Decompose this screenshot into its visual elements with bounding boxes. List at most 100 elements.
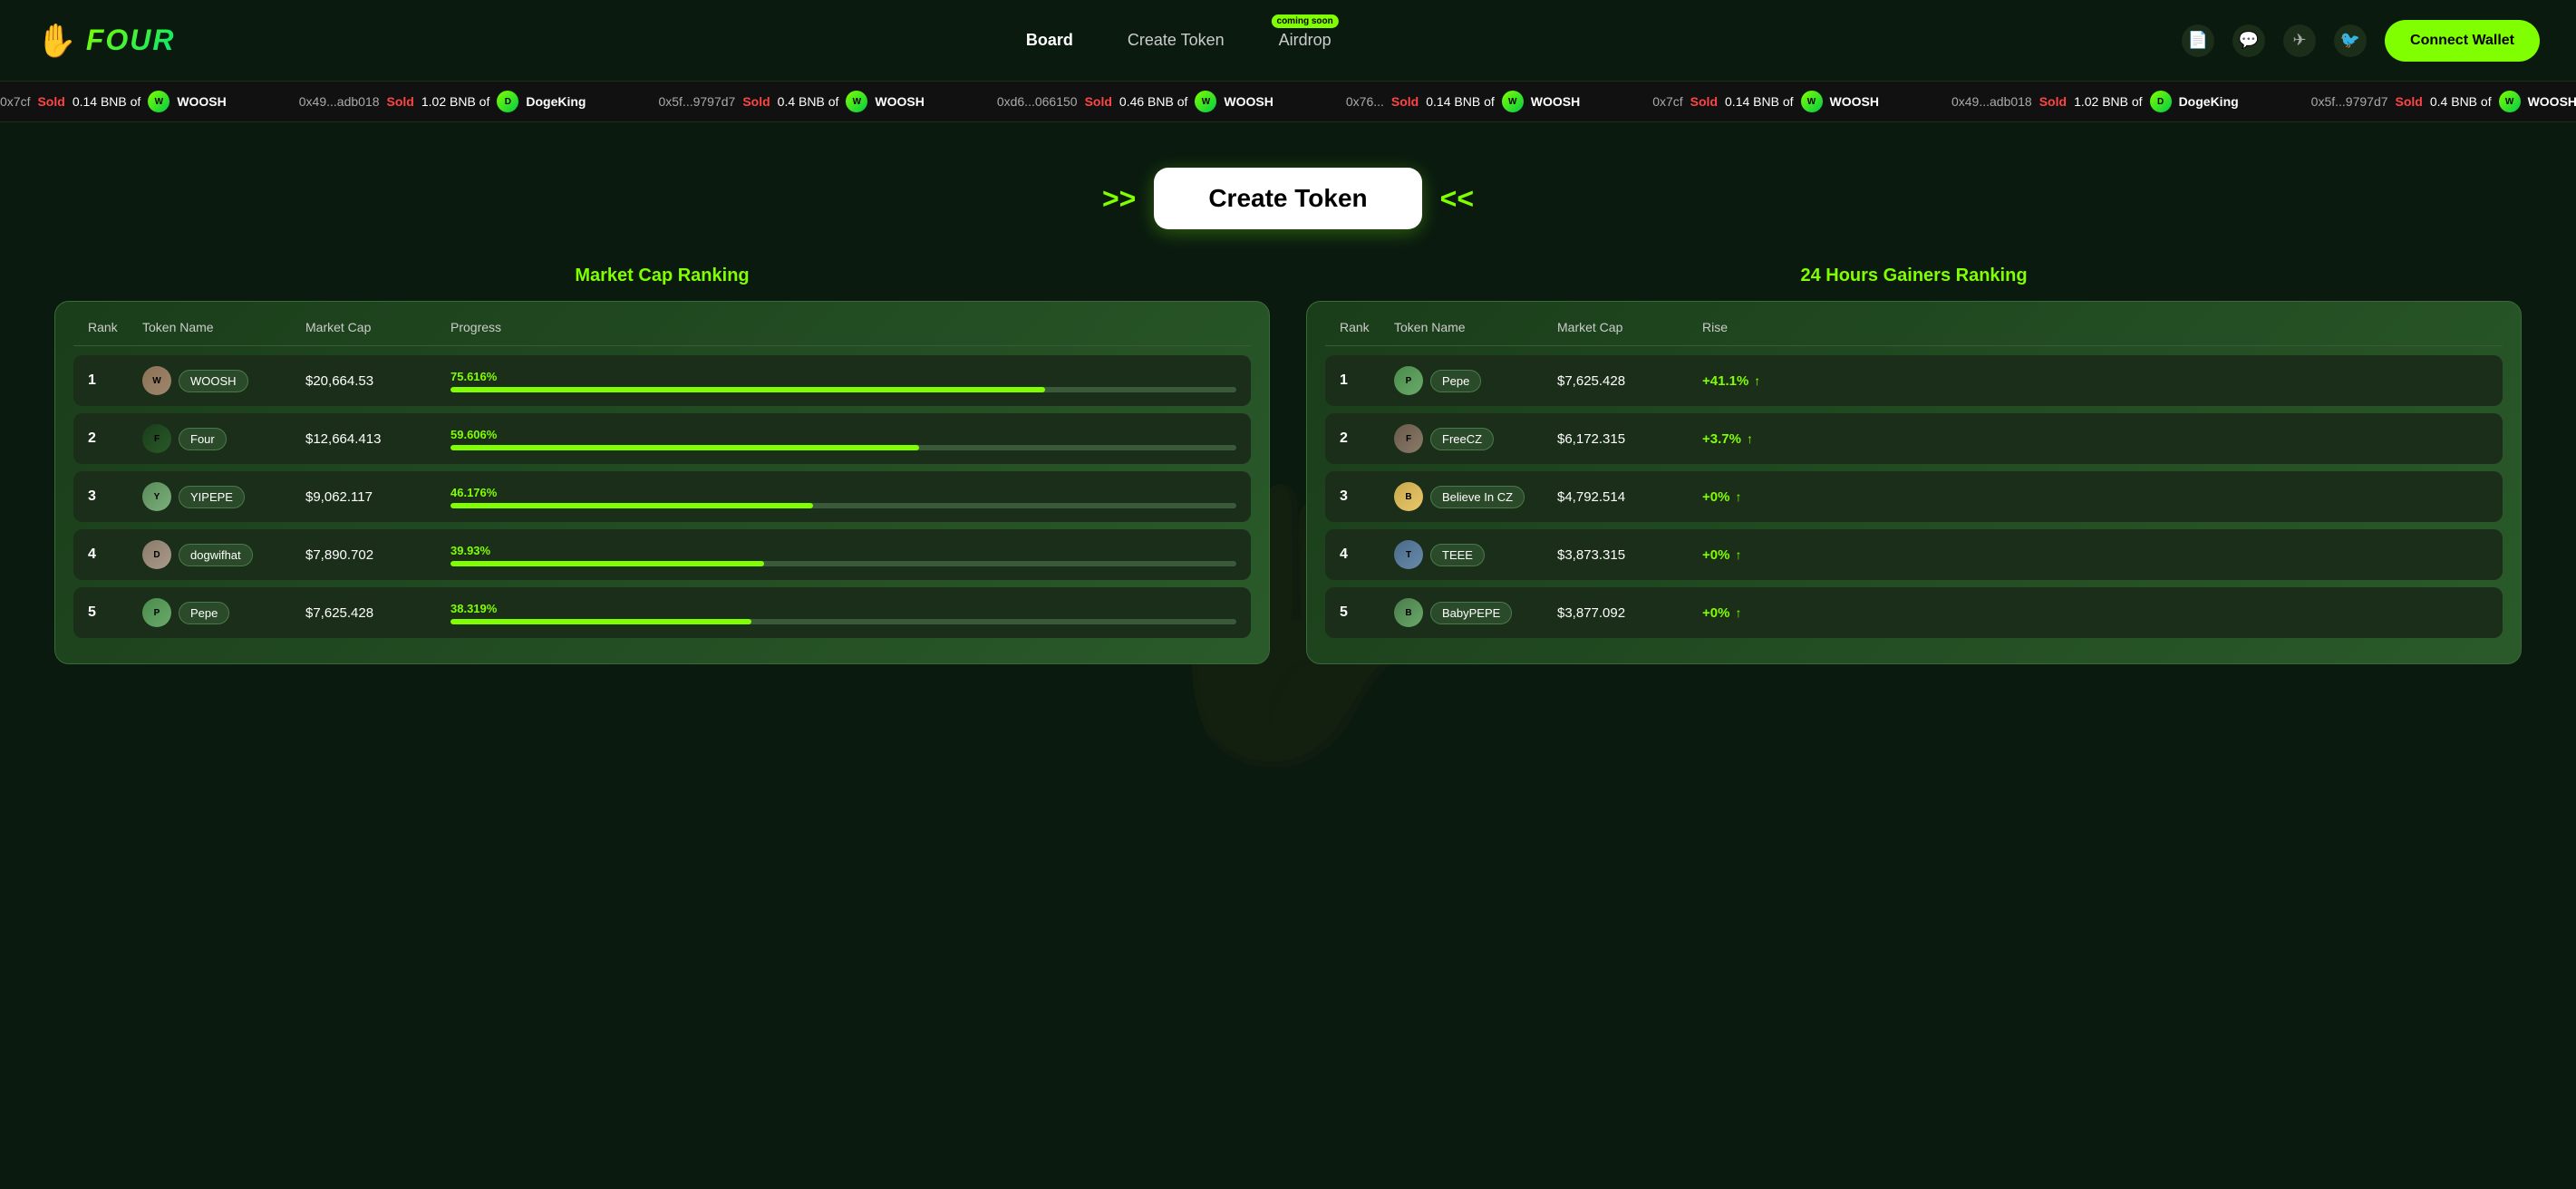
ticker-token-icon: W bbox=[148, 91, 169, 112]
ticker-token-icon: D bbox=[497, 91, 518, 112]
progress-bar-fill bbox=[450, 387, 1045, 392]
rise-arrow-icon: ↑ bbox=[1735, 605, 1741, 620]
token-name-badge: Believe In CZ bbox=[1430, 486, 1525, 508]
ticker-amount: 0.14 BNB of bbox=[1426, 94, 1495, 109]
ticker-token-name: DogeKing bbox=[2179, 94, 2239, 109]
table-row[interactable]: 1 P Pepe $7,625.428 +41.1% ↑ bbox=[1325, 355, 2503, 406]
rise-cell: +0% ↑ bbox=[1702, 605, 2488, 621]
rise-cell: +3.7% ↑ bbox=[1702, 431, 2488, 447]
progress-bar-bg bbox=[450, 503, 1236, 508]
ticker-item: 0x7cf Sold 0.14 BNB of W WOOSH bbox=[0, 91, 227, 112]
ticker-amount: 0.14 BNB of bbox=[1725, 94, 1794, 109]
token-avatar: T bbox=[1394, 540, 1423, 569]
col-token-name: Token Name bbox=[142, 320, 305, 334]
market-cap-value: $12,664.413 bbox=[305, 431, 450, 447]
progress-cell: 39.93% bbox=[450, 544, 1236, 566]
gainers-section: 24 Hours Gainers Ranking Rank Token Name… bbox=[1306, 266, 2522, 664]
rise-arrow-icon: ↑ bbox=[1754, 373, 1760, 388]
ticker-amount: 0.14 BNB of bbox=[73, 94, 141, 109]
table-row[interactable]: 2 F Four $12,664.413 59.606% bbox=[73, 413, 1251, 464]
token-avatar: P bbox=[1394, 366, 1423, 395]
ticker-amount: 0.46 BNB of bbox=[1119, 94, 1188, 109]
nav-create-token[interactable]: Create Token bbox=[1128, 31, 1225, 50]
rise-value: +3.7% bbox=[1702, 431, 1741, 447]
ticker-action: Sold bbox=[1690, 94, 1718, 109]
connect-wallet-button[interactable]: Connect Wallet bbox=[2385, 20, 2540, 62]
ticker-action: Sold bbox=[387, 94, 414, 109]
market-cap-value: $7,625.428 bbox=[1557, 373, 1702, 389]
coming-soon-badge: coming soon bbox=[1272, 14, 1339, 28]
gainers-table: Rank Token Name Market Cap Rise 1 P Pepe… bbox=[1306, 301, 2522, 664]
table-row[interactable]: 4 D dogwifhat $7,890.702 39.93% bbox=[73, 529, 1251, 580]
token-name-badge: Pepe bbox=[179, 602, 229, 624]
market-cap-value: $20,664.53 bbox=[305, 373, 450, 389]
nav-airdrop[interactable]: coming soon Airdrop bbox=[1279, 31, 1332, 50]
market-cap-value: $4,792.514 bbox=[1557, 489, 1702, 505]
market-cap-title: Market Cap Ranking bbox=[54, 266, 1270, 286]
table-row[interactable]: 3 Y YIPEPE $9,062.117 46.176% bbox=[73, 471, 1251, 522]
docs-icon[interactable]: 📄 bbox=[2182, 24, 2214, 57]
progress-percent: 39.93% bbox=[450, 544, 1236, 557]
ticker-addr: 0x7cf bbox=[1652, 94, 1682, 109]
create-token-button[interactable]: Create Token bbox=[1154, 168, 1421, 229]
progress-bar-fill bbox=[450, 619, 751, 624]
token-name-badge: WOOSH bbox=[179, 370, 248, 392]
ticker-item: 0x49...adb018 Sold 1.02 BNB of D DogeKin… bbox=[1951, 91, 2239, 112]
token-cell: B BabyPEPE bbox=[1394, 598, 1557, 627]
progress-bar-bg bbox=[450, 619, 1236, 624]
discord-icon[interactable]: 💬 bbox=[2232, 24, 2265, 57]
rise-value: +0% bbox=[1702, 605, 1729, 621]
token-cell: P Pepe bbox=[142, 598, 305, 627]
ticker-item: 0x76... Sold 0.14 BNB of W WOOSH bbox=[1346, 91, 1580, 112]
ticker-token-name: WOOSH bbox=[1830, 94, 1879, 109]
ticker-amount: 1.02 BNB of bbox=[2074, 94, 2143, 109]
progress-bar-bg bbox=[450, 561, 1236, 566]
col-market-cap: Market Cap bbox=[305, 320, 450, 334]
rankings: Market Cap Ranking Rank Token Name Marke… bbox=[54, 266, 2522, 664]
ticker-item: 0x7cf Sold 0.14 BNB of W WOOSH bbox=[1652, 91, 1879, 112]
col-progress: Progress bbox=[450, 320, 1236, 334]
table-row[interactable]: 3 B Believe In CZ $4,792.514 +0% ↑ bbox=[1325, 471, 2503, 522]
main-content: ✋ >> Create Token << Market Cap Ranking … bbox=[0, 122, 2576, 682]
token-name-badge: BabyPEPE bbox=[1430, 602, 1512, 624]
nav-board[interactable]: Board bbox=[1026, 31, 1073, 50]
table-row[interactable]: 4 T TEEE $3,873.315 +0% ↑ bbox=[1325, 529, 2503, 580]
ticker-amount: 1.02 BNB of bbox=[421, 94, 490, 109]
table-row[interactable]: 1 W WOOSH $20,664.53 75.616% bbox=[73, 355, 1251, 406]
ticker-addr: 0x5f...9797d7 bbox=[2311, 94, 2388, 109]
ticker-bar: 0x7cf Sold 0.14 BNB of W WOOSH 0x49...ad… bbox=[0, 82, 2576, 122]
table-row[interactable]: 5 B BabyPEPE $3,877.092 +0% ↑ bbox=[1325, 587, 2503, 638]
market-cap-value: $3,877.092 bbox=[1557, 605, 1702, 621]
telegram-icon[interactable]: ✈ bbox=[2283, 24, 2316, 57]
progress-cell: 75.616% bbox=[450, 370, 1236, 392]
progress-percent: 75.616% bbox=[450, 370, 1236, 383]
token-cell: T TEEE bbox=[1394, 540, 1557, 569]
market-cap-rows: 1 W WOOSH $20,664.53 75.616% 2 F Four $1… bbox=[73, 355, 1251, 638]
progress-bar-fill bbox=[450, 503, 813, 508]
table-row[interactable]: 2 F FreeCZ $6,172.315 +3.7% ↑ bbox=[1325, 413, 2503, 464]
gainers-header: Rank Token Name Market Cap Rise bbox=[1325, 320, 2503, 346]
token-cell: P Pepe bbox=[1394, 366, 1557, 395]
rise-cell: +0% ↑ bbox=[1702, 489, 2488, 505]
nav-right: 📄 💬 ✈ 🐦 Connect Wallet bbox=[2182, 20, 2540, 62]
gainers-rows: 1 P Pepe $7,625.428 +41.1% ↑ 2 F FreeCZ … bbox=[1325, 355, 2503, 638]
rise-value: +0% bbox=[1702, 489, 1729, 505]
ticker-amount: 0.4 BNB of bbox=[778, 94, 839, 109]
logo-text: FOUR bbox=[86, 24, 176, 57]
logo-hand-icon: ✋ bbox=[36, 22, 77, 60]
ticker-action: Sold bbox=[742, 94, 770, 109]
ticker-token-icon: W bbox=[2499, 91, 2521, 112]
rise-cell: +41.1% ↑ bbox=[1702, 373, 2488, 389]
table-row[interactable]: 5 P Pepe $7,625.428 38.319% bbox=[73, 587, 1251, 638]
rank-number: 2 bbox=[1340, 430, 1394, 447]
token-name-badge: FreeCZ bbox=[1430, 428, 1494, 450]
twitter-icon[interactable]: 🐦 bbox=[2334, 24, 2367, 57]
token-cell: B Believe In CZ bbox=[1394, 482, 1557, 511]
ticker-item: 0xd6...066150 Sold 0.46 BNB of W WOOSH bbox=[997, 91, 1273, 112]
nav-logo: ✋ FOUR bbox=[36, 22, 175, 60]
market-cap-value: $3,873.315 bbox=[1557, 547, 1702, 563]
ticker-action: Sold bbox=[37, 94, 64, 109]
progress-bar-fill bbox=[450, 561, 764, 566]
gainers-title: 24 Hours Gainers Ranking bbox=[1306, 266, 2522, 286]
col-rank-g: Rank bbox=[1340, 320, 1394, 334]
